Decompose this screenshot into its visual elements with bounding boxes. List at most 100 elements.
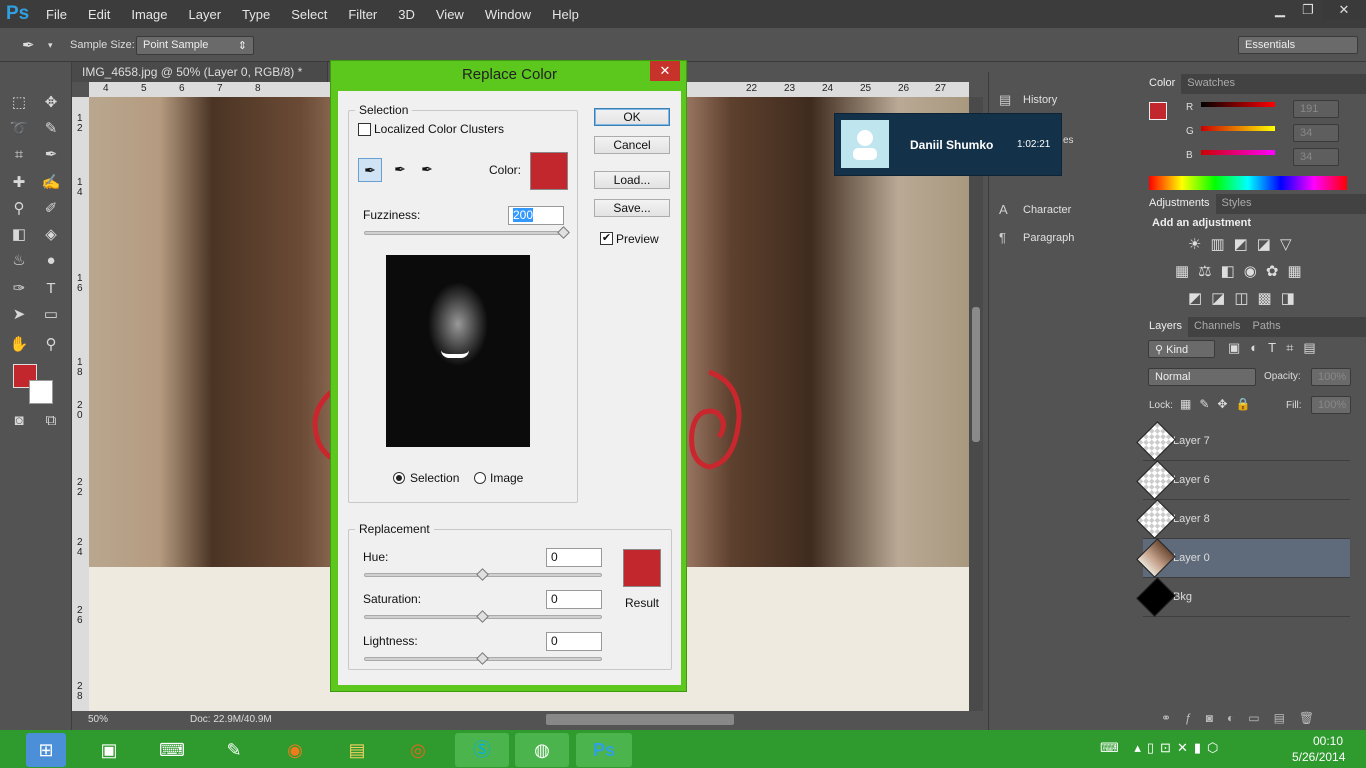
tab-channels[interactable]: Channels [1188, 317, 1246, 337]
menu-filter[interactable]: Filter [348, 7, 377, 22]
opacity-field[interactable]: 100% [1311, 368, 1351, 386]
tab-styles[interactable]: Styles [1216, 194, 1258, 214]
layer-row[interactable]: 👁 Bkg [1136, 577, 1350, 617]
tool-preset-chevron-icon[interactable]: ▾ [48, 40, 53, 51]
ok-button[interactable]: OK [594, 108, 670, 126]
menu-help[interactable]: Help [552, 7, 579, 22]
hue-input[interactable]: 0 [546, 548, 602, 567]
preview-checkbox[interactable]: ✔ [600, 232, 613, 245]
workspace-dropdown[interactable]: Essentials [1238, 36, 1358, 54]
save-button[interactable]: Save... [594, 199, 670, 217]
type-tool-icon[interactable]: T [40, 278, 62, 300]
screen-mode-icon[interactable]: ⧉ [40, 410, 62, 432]
tab-adjustments[interactable]: Adjustments [1143, 194, 1216, 214]
app-lifebuoy-icon[interactable]: ◎ [398, 733, 438, 767]
menu-edit[interactable]: Edit [88, 7, 110, 22]
menu-layer[interactable]: Layer [189, 7, 222, 22]
restore-icon[interactable]: ❐ [1294, 0, 1322, 20]
tab-layers[interactable]: Layers [1143, 317, 1189, 337]
blur-tool-icon[interactable]: ♨ [8, 250, 30, 272]
layer-filter-icons[interactable]: ▣◐T⌗▤ [1228, 340, 1326, 356]
adjustment-icons-row-3[interactable]: ◩◪◫▩◨ [1188, 289, 1304, 307]
network-app-icon[interactable]: ⌨ [152, 733, 192, 767]
horizontal-scroll-thumb[interactable] [546, 714, 734, 725]
skype-icon[interactable]: Ⓢ [455, 733, 509, 767]
lock-icons[interactable]: ▦✎✥🔒 [1180, 397, 1258, 411]
marquee-tool-icon[interactable]: ⬚ [8, 92, 30, 114]
background-color-swatch[interactable] [29, 380, 53, 404]
eyedropper-icon[interactable]: ✒ [40, 144, 62, 166]
eraser-tool-icon[interactable]: ◧ [8, 224, 30, 246]
layer-row[interactable]: 👁 Layer 8 [1136, 499, 1350, 539]
menu-select[interactable]: Select [291, 7, 327, 22]
color-fg-swatch[interactable] [1149, 102, 1167, 120]
resource-monitor-icon[interactable]: ▣ [89, 733, 129, 767]
menu-file[interactable]: File [46, 7, 67, 22]
character-panel-button[interactable]: A Character [999, 202, 1071, 217]
tab-swatches[interactable]: Swatches [1181, 74, 1241, 94]
layer-kind-filter[interactable]: ⚲ Kind [1148, 340, 1215, 358]
paragraph-panel-button[interactable]: ¶ Paragraph [999, 230, 1074, 245]
scroll-thumb[interactable] [972, 307, 980, 442]
adjustment-icons-row-1[interactable]: ☀▥◩◪▽ [1188, 235, 1301, 253]
control-panel-icon[interactable]: ⊞ [26, 733, 66, 767]
shape-tool-icon[interactable]: ▭ [40, 304, 62, 326]
selection-radio[interactable] [393, 472, 405, 484]
cancel-button[interactable]: Cancel [594, 136, 670, 154]
quick-select-tool-icon[interactable]: ✎ [40, 118, 62, 140]
sample-size-dropdown[interactable]: Point Sample ⇕ [136, 36, 254, 55]
layer-row-selected[interactable]: 👁 Layer 0 [1136, 538, 1350, 578]
chrome-icon[interactable]: ◍ [515, 733, 569, 767]
dialog-close-button[interactable]: ✕ [650, 61, 680, 81]
minimize-icon[interactable]: ▁ [1266, 0, 1294, 20]
file-explorer-icon[interactable]: ▤ [337, 733, 377, 767]
blend-mode-dropdown[interactable]: Normal [1148, 368, 1256, 386]
paint-bucket-icon[interactable]: ◈ [40, 224, 62, 246]
brush-tool-icon[interactable]: ✍ [40, 172, 62, 194]
adjustment-icons-row-2[interactable]: ▦⚖◧◉✿▦ [1175, 262, 1311, 280]
history-brush-icon[interactable]: ✐ [40, 198, 62, 220]
path-select-icon[interactable]: ➤ [8, 304, 30, 326]
fill-field[interactable]: 100% [1311, 396, 1351, 414]
menu-3d[interactable]: 3D [398, 7, 415, 22]
healing-tool-icon[interactable]: ✚ [8, 172, 30, 194]
layer-row[interactable]: 👁 Layer 7 [1136, 421, 1350, 461]
dodge-tool-icon[interactable]: ● [40, 250, 62, 272]
color-spectrum-bar[interactable] [1149, 176, 1347, 190]
layers-footer-icons[interactable]: ⚭ƒ◙◐▭▤🗑 [1161, 711, 1328, 725]
b-slider[interactable] [1201, 150, 1275, 155]
menu-window[interactable]: Window [485, 7, 531, 22]
eyedropper-tool-icon[interactable]: ✒ [22, 36, 35, 54]
tab-paths[interactable]: Paths [1247, 317, 1287, 337]
menu-view[interactable]: View [436, 7, 464, 22]
menu-type[interactable]: Type [242, 7, 270, 22]
photoshop-taskbar-icon[interactable]: Ps [576, 733, 632, 767]
result-color-swatch[interactable] [623, 549, 661, 587]
document-tab[interactable]: IMG_4658.jpg @ 50% (Layer 0, RGB/8) * ✕ [72, 62, 328, 93]
quick-mask-icon[interactable]: ◙ [8, 410, 30, 432]
r-slider[interactable] [1201, 102, 1275, 107]
firefox-icon[interactable]: ◉ [275, 733, 315, 767]
layer-row[interactable]: 👁 Layer 6 [1136, 460, 1350, 500]
pen-tool-icon[interactable]: ✑ [8, 278, 30, 300]
zoom-level[interactable]: 50% [88, 714, 108, 725]
chat-notification[interactable]: Daniil Shumko 1:02:21 [834, 113, 1062, 176]
lightness-input[interactable]: 0 [546, 632, 602, 651]
b-value-field[interactable]: 34 [1293, 148, 1339, 166]
hand-tool-icon[interactable]: ✋ [8, 334, 30, 356]
lasso-tool-icon[interactable]: ➰ [8, 118, 30, 140]
subtract-eyedropper-button[interactable]: ✒ [415, 158, 439, 182]
localized-clusters-checkbox[interactable] [358, 123, 371, 136]
zoom-tool-icon[interactable]: ⚲ [40, 334, 62, 356]
saturation-input[interactable]: 0 [546, 590, 602, 609]
vertical-scrollbar[interactable] [969, 97, 983, 711]
g-slider[interactable] [1201, 126, 1275, 131]
load-button[interactable]: Load... [594, 171, 670, 189]
menu-image[interactable]: Image [131, 7, 167, 22]
r-value-field[interactable]: 191 [1293, 100, 1339, 118]
history-panel-button[interactable]: ▤ History [999, 92, 1057, 108]
image-radio[interactable] [474, 472, 486, 484]
crop-tool-icon[interactable]: ⌗ [8, 144, 30, 166]
eyedropper-button[interactable]: ✒ [358, 158, 382, 182]
selection-color-swatch[interactable] [530, 152, 568, 190]
